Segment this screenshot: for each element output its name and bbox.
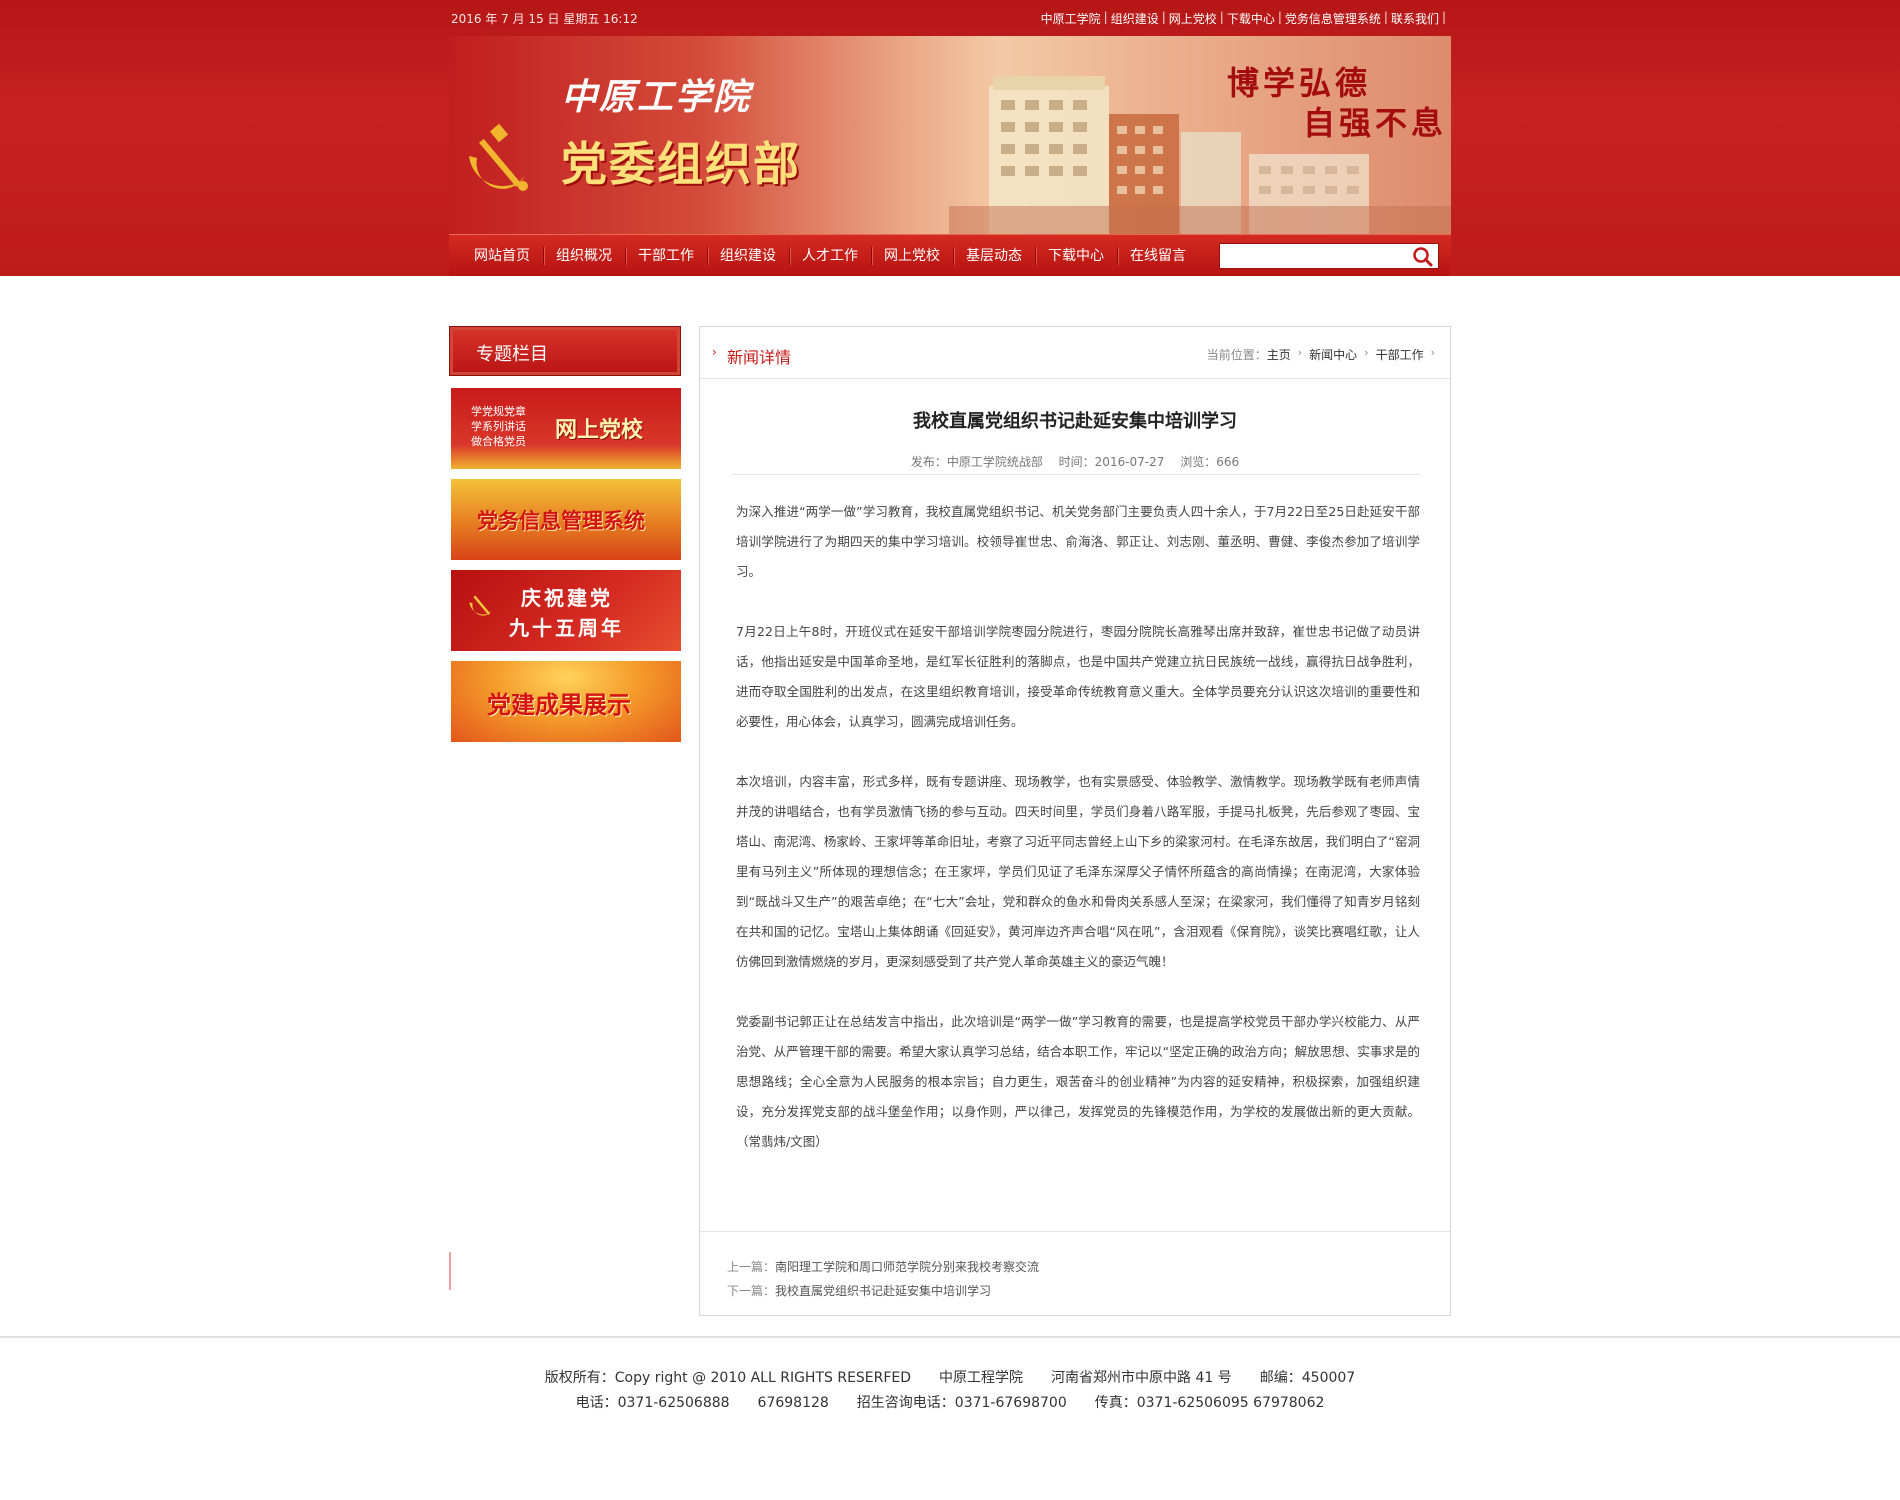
header-banner: 中原工学院 党委组织部 博学弘德 自强不息 (449, 36, 1451, 234)
footer-copyright: 版权所有：Copy right @ 2010 ALL RIGHTS RESERF… (544, 1370, 1356, 1386)
promo-line-2: 九十五周年 (509, 616, 624, 640)
next-label: 下一篇： (727, 1284, 776, 1298)
article-meta: 发布：中原工学院统战部 时间：2016-07-27 浏览：666 (700, 453, 1450, 470)
nav-item-overview[interactable]: 组织概况 (543, 235, 625, 277)
breadcrumb: 当前位置： 主页 › 新闻中心 › 干部工作 › (1207, 346, 1442, 363)
nav-item-talent-work[interactable]: 人才工作 (789, 235, 871, 277)
promo-label: 网上党校 (555, 418, 644, 443)
department-title: 党委组织部 (561, 137, 801, 191)
article-views: 浏览：666 (1180, 455, 1240, 469)
nav-item-home[interactable]: 网站首页 (461, 235, 543, 277)
nav-item-grassroots[interactable]: 基层动态 (953, 235, 1035, 277)
article-paragraph: 本次培训，内容丰富，形式多样，既有专题讲座、现场教学，也有实景感受、体验教学、激… (736, 774, 1420, 969)
article-time: 时间：2016-07-27 (1058, 455, 1165, 469)
breadcrumb-item-cadre[interactable]: 干部工作 (1376, 346, 1424, 363)
search-icon[interactable] (1412, 246, 1434, 268)
next-article: 下一篇：我校直属党组织书记赴延安集中培训学习 (727, 1279, 1039, 1303)
motto-line-2: 自强不息 (1303, 104, 1448, 142)
separator: | (1219, 10, 1224, 24)
prev-label: 上一篇： (727, 1260, 776, 1274)
top-link-school[interactable]: 中原工学院 (1041, 10, 1101, 27)
top-link-org-building[interactable]: 组织建设 (1111, 10, 1159, 27)
top-bar: 2016 年 7 月 15 日 星期五 16:12 中原工学院 | 组织建设 | 网… (449, 0, 1451, 36)
article-panel: › 新闻详情 当前位置： 主页 › 新闻中心 › 干部工作 › 我校直属党组织书… (699, 326, 1451, 1316)
promo-label: 党建成果展示 (487, 691, 631, 719)
article-paragraph: 党委副书记郭正让在总结发言中指出，此次培训是“两学一做”学习教育的需要，也是提高… (736, 1014, 1420, 1149)
promo-label: 党务信息管理系统 (477, 509, 645, 533)
footer-divider (0, 1336, 1900, 1338)
nav-item-org-building[interactable]: 组织建设 (707, 235, 789, 277)
next-article-link[interactable]: 我校直属党组织书记赴延安集中培训学习 (775, 1284, 991, 1298)
footer-contact: 电话：0371-62506888 67698128 招生咨询电话：0371-67… (575, 1395, 1325, 1411)
nav-item-online-party-school[interactable]: 网上党校 (871, 235, 953, 277)
separator: | (1277, 10, 1282, 24)
school-name-logo: 中原工学院 (561, 76, 752, 118)
footer: 版权所有：Copy right @ 2010 ALL RIGHTS RESERF… (0, 1366, 1900, 1416)
current-datetime: 2016 年 7 月 15 日 星期五 16:12 (451, 12, 638, 26)
hammer-sickle-icon (469, 123, 528, 191)
article-panel-header: › 新闻详情 当前位置： 主页 › 新闻中心 › 干部工作 › (700, 327, 1450, 379)
sidebar-title-box: 专题栏目 (449, 326, 681, 376)
article-paragraph: 7月22日上午8时，开班仪式在延安干部培训学院枣园分院进行，枣园分院院长高雅琴出… (736, 624, 1420, 729)
nav-item-download[interactable]: 下载中心 (1035, 235, 1117, 277)
promo-party-info-system[interactable]: 党务信息管理系统 (451, 479, 681, 560)
separator: | (1383, 10, 1388, 24)
prev-article: 上一篇：南阳理工学院和周口师范学院分别来我校考察交流 (727, 1255, 1039, 1279)
sidebar-title: 专题栏目 (476, 344, 548, 365)
divider (732, 474, 1420, 475)
chevron-right-icon: › (1364, 346, 1369, 359)
top-link-party-system[interactable]: 党务信息管理系统 (1285, 10, 1381, 27)
separator: | (1103, 10, 1108, 24)
promo-line-1: 庆祝建党 (521, 586, 613, 610)
header-band: 2016 年 7 月 15 日 星期五 16:12 中原工学院 | 组织建设 | 网… (0, 0, 1900, 276)
chevron-right-icon: › (1430, 346, 1435, 359)
article-title: 我校直属党组织书记赴延安集中培训学习 (913, 411, 1237, 432)
prev-next-links: 上一篇：南阳理工学院和周口师范学院分别来我校考察交流 下一篇：我校直属党组织书记… (727, 1255, 1039, 1303)
hammer-sickle-icon (469, 595, 492, 616)
promo-small-line: 做合格党员 (471, 435, 526, 448)
separator: | (1161, 10, 1166, 24)
main-nav: 网站首页 组织概况 干部工作 组织建设 人才工作 网上党校 基层动态 下载中心 … (449, 234, 1451, 276)
article-body: 为深入推进“两学一做”学习教育，我校直属党组织书记、机关党务部门主要负责人四十余… (736, 497, 1420, 1187)
section-title: 新闻详情 (727, 348, 792, 367)
nav-item-message[interactable]: 在线留言 (1117, 235, 1199, 277)
chevron-right-icon: › (1297, 346, 1303, 359)
nav-item-cadre-work[interactable]: 干部工作 (625, 235, 707, 277)
promo-small-line: 学系列讲话 (471, 420, 526, 433)
top-link-online-party-school[interactable]: 网上党校 (1169, 10, 1217, 27)
promo-95th-anniversary[interactable]: 庆祝建党 九十五周年 (451, 570, 681, 651)
article-paragraph: 为深入推进“两学一做”学习教育，我校直属党组织书记、机关党务部门主要负责人四十余… (736, 504, 1420, 579)
promo-party-achievements[interactable]: 党建成果展示 (451, 661, 681, 742)
promo-online-party-school[interactable]: 学党规党章 学系列讲话 做合格党员 网上党校 (451, 388, 681, 469)
divider (700, 1231, 1450, 1232)
prev-article-link[interactable]: 南阳理工学院和周口师范学院分别来我校考察交流 (775, 1260, 1039, 1274)
top-links: 中原工学院 | 组织建设 | 网上党校 | 下载中心 | 党务信息管理系统 | 联系我们 | (1041, 10, 1449, 27)
article-publisher: 发布：中原工学院统战部 (910, 455, 1043, 469)
top-link-download[interactable]: 下载中心 (1227, 10, 1275, 27)
breadcrumb-item-news[interactable]: 新闻中心 (1309, 346, 1357, 363)
sidebar-bottom-rule (449, 1252, 451, 1290)
promo-small-line: 学党规党章 (471, 405, 526, 418)
search-input[interactable] (1220, 244, 1400, 268)
top-link-contact[interactable]: 联系我们 (1391, 10, 1439, 27)
separator: | (1441, 10, 1446, 24)
breadcrumb-item-home[interactable]: 主页 (1267, 346, 1291, 363)
breadcrumb-label: 当前位置： (1206, 348, 1267, 362)
section-arrow-icon: › (712, 345, 717, 359)
search-box (1219, 243, 1439, 269)
